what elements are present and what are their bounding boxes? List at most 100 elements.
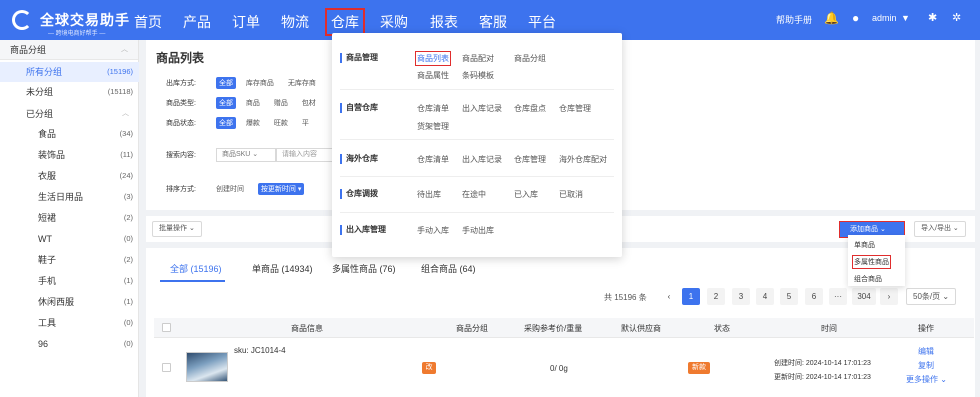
- tab-all[interactable]: 全部 (15196): [170, 262, 222, 275]
- page-5[interactable]: 5: [780, 288, 798, 305]
- sidebar-item-decor[interactable]: 装饰品 (11): [0, 145, 139, 165]
- username[interactable]: admin: [872, 13, 897, 23]
- import-export-button[interactable]: 导入/导出 ⌄: [914, 221, 966, 237]
- menu-item-overseas-mgmt[interactable]: 仓库管理: [514, 154, 546, 165]
- filter-all-tag[interactable]: 全部: [215, 117, 236, 129]
- collapse-icon[interactable]: ︿: [122, 104, 129, 124]
- filter-option[interactable]: 无库存商: [288, 78, 316, 88]
- menu-item-stocktake[interactable]: 仓库盘点: [514, 103, 546, 114]
- sidebar-item-food[interactable]: 食品 (34): [0, 124, 139, 144]
- search-select-value: 商品SKU: [221, 151, 251, 158]
- prev-page-icon[interactable]: ‹: [660, 288, 678, 305]
- menu-item-warehouse-list[interactable]: 仓库清单: [417, 103, 449, 114]
- nav-purchasing[interactable]: 采购: [380, 12, 408, 32]
- menu-item-warehouse-mgmt[interactable]: 仓库管理: [559, 103, 591, 114]
- search-input[interactable]: 请输入内容: [275, 148, 338, 162]
- nav-logistics[interactable]: 物流: [281, 12, 309, 32]
- sidebar-item-skirt[interactable]: 短裙 (2): [0, 208, 139, 228]
- sidebar-item-daily[interactable]: 生活日用品 (3): [0, 187, 139, 207]
- menu-item-manual-in[interactable]: 手动入库: [417, 225, 449, 236]
- copy-link[interactable]: 复制: [918, 360, 934, 371]
- sort-option-created[interactable]: 创建时间: [216, 184, 244, 194]
- app-logo[interactable]: 全球交易助手 — 跨境电商好帮手 —: [12, 8, 138, 37]
- sidebar-item-clothes[interactable]: 衣服 (24): [0, 166, 139, 186]
- menu-category: 海外仓库: [340, 154, 378, 164]
- tab-single[interactable]: 单商品 (14934): [252, 262, 313, 275]
- sort-option-updated[interactable]: 按更新时间 ▾: [257, 183, 305, 195]
- filter-option[interactable]: 爆款: [246, 118, 260, 128]
- menu-item-product-group[interactable]: 商品分组: [514, 53, 546, 64]
- sidebar-item-phone[interactable]: 手机 (1): [0, 271, 139, 291]
- sidebar-item-grouped[interactable]: 已分组 ︿: [0, 104, 139, 124]
- edit-link[interactable]: 编辑: [918, 346, 934, 357]
- product-thumbnail[interactable]: [186, 352, 228, 382]
- filter-option[interactable]: 赠品: [274, 98, 288, 108]
- filter-option[interactable]: 库存商品: [246, 78, 274, 88]
- page-2[interactable]: 2: [707, 288, 725, 305]
- menu-item-received[interactable]: 已入库: [514, 189, 538, 200]
- nav-warehouse[interactable]: 仓库: [325, 8, 365, 36]
- menu-item-manual-out[interactable]: 手动出库: [462, 225, 494, 236]
- filter-all-tag[interactable]: 全部: [215, 97, 236, 109]
- sidebar-item-count: (15118): [107, 87, 133, 96]
- user-dropdown-icon[interactable]: ▼: [901, 13, 910, 23]
- page-4[interactable]: 4: [756, 288, 774, 305]
- menu-item-overseas-io[interactable]: 出入库记录: [462, 154, 502, 165]
- sidebar-item-wt[interactable]: WT (0): [0, 229, 139, 249]
- tab-multi-attr[interactable]: 多属性商品 (76): [332, 262, 396, 275]
- row-checkbox[interactable]: [162, 363, 171, 372]
- add-multi-attr-product[interactable]: 多属性商品: [852, 255, 891, 269]
- add-single-product[interactable]: 单商品: [854, 240, 875, 250]
- nav-home[interactable]: 首页: [134, 12, 162, 32]
- menu-item-product-list[interactable]: 商品列表: [415, 51, 451, 66]
- gear-icon[interactable]: ✲: [952, 11, 961, 24]
- page-size-select[interactable]: 50条/页 ⌄: [906, 288, 957, 305]
- filter-all-tag[interactable]: 全部: [215, 77, 236, 89]
- page-6[interactable]: 6: [805, 288, 823, 305]
- nav-platform[interactable]: 平台: [528, 12, 556, 32]
- filter-option[interactable]: 商品: [246, 98, 260, 108]
- add-combo-product[interactable]: 组合商品: [854, 274, 882, 284]
- menu-item-barcode-template[interactable]: 条码模板: [462, 70, 494, 81]
- menu-item-io-records[interactable]: 出入库记录: [462, 103, 502, 114]
- user-avatar-icon[interactable]: ●: [852, 11, 859, 25]
- col-supplier: 默认供应商: [621, 324, 661, 333]
- sidebar-item-tools[interactable]: 工具 (0): [0, 313, 139, 333]
- menu-item-pending-out[interactable]: 待出库: [417, 189, 441, 200]
- filter-option[interactable]: 旺款: [274, 118, 288, 128]
- filter-out-method: 出库方式: 全部 库存商品 无库存商: [166, 77, 328, 89]
- next-page-icon[interactable]: ›: [880, 288, 898, 305]
- settings-icon[interactable]: ✱: [928, 11, 937, 24]
- sidebar-item-ungrouped[interactable]: 未分组 (15118): [0, 82, 139, 102]
- filter-option[interactable]: 平: [302, 118, 309, 128]
- filter-option[interactable]: 包材: [302, 98, 316, 108]
- tab-combo[interactable]: 组合商品 (64): [421, 262, 476, 275]
- menu-item-overseas-pair[interactable]: 海外仓库配对: [559, 154, 607, 165]
- page-ellipsis[interactable]: ···: [829, 288, 847, 305]
- sidebar-item-all[interactable]: 所有分组 (15196): [0, 62, 139, 82]
- page-last[interactable]: 304: [852, 288, 876, 305]
- more-actions-link[interactable]: 更多操作 ⌄: [906, 374, 947, 385]
- select-all-checkbox[interactable]: [162, 323, 171, 332]
- menu-item-overseas-list[interactable]: 仓库清单: [417, 154, 449, 165]
- menu-item-in-transit[interactable]: 在途中: [462, 189, 486, 200]
- menu-item-product-attr[interactable]: 商品属性: [417, 70, 449, 81]
- menu-item-shelf-mgmt[interactable]: 货架管理: [417, 121, 449, 132]
- sidebar-item-shoes[interactable]: 鞋子 (2): [0, 250, 139, 270]
- batch-operation-button[interactable]: 批量操作 ⌄: [152, 221, 202, 237]
- nav-reports[interactable]: 报表: [430, 12, 458, 32]
- sidebar-item-suit[interactable]: 休闲西服 (1): [0, 292, 139, 312]
- nav-orders[interactable]: 订单: [232, 12, 260, 32]
- menu-item-product-pair[interactable]: 商品配对: [462, 53, 494, 64]
- collapse-icon[interactable]: ︿: [121, 40, 128, 60]
- notification-icon[interactable]: 🔔: [824, 11, 839, 25]
- sidebar-item-96[interactable]: 96 (0): [0, 334, 139, 354]
- nav-products[interactable]: 产品: [183, 12, 211, 32]
- search-field-select[interactable]: 商品SKU ⌄: [215, 148, 276, 162]
- nav-customer-service[interactable]: 客服: [479, 12, 507, 32]
- menu-item-cancelled[interactable]: 已取消: [559, 189, 583, 200]
- edit-tag-badge[interactable]: 改: [422, 362, 436, 374]
- page-3[interactable]: 3: [732, 288, 750, 305]
- page-1[interactable]: 1: [682, 288, 700, 305]
- help-manual-link[interactable]: 帮助手册: [776, 13, 812, 26]
